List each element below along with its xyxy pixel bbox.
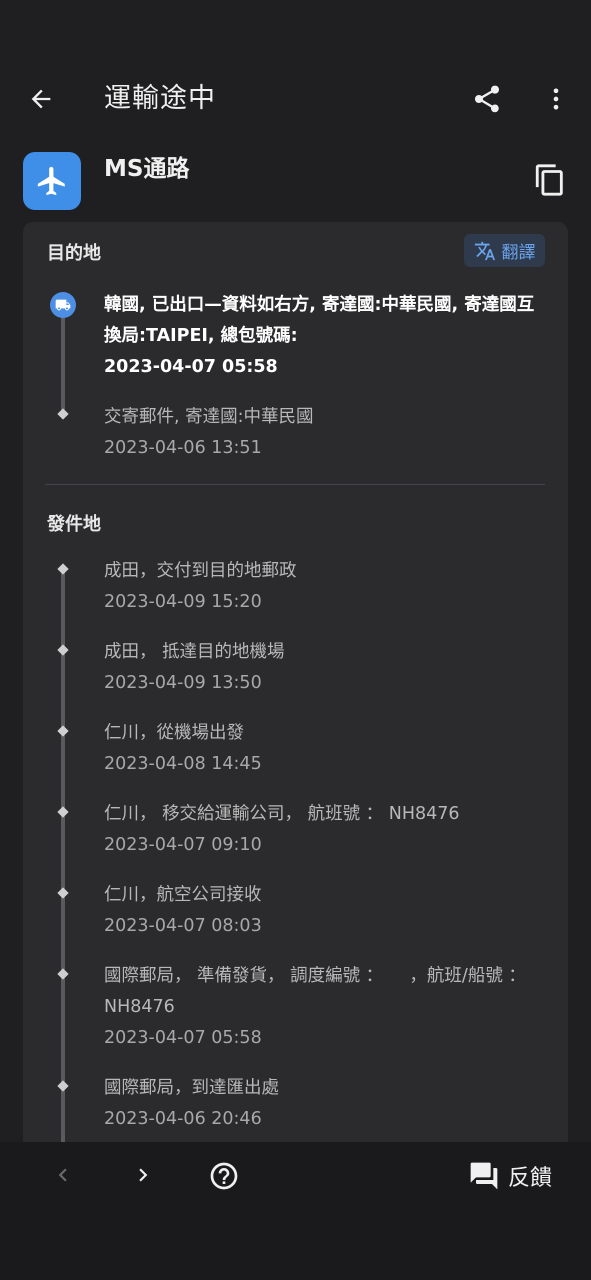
section-divider [45, 484, 545, 485]
share-button[interactable] [468, 80, 506, 118]
copy-icon [535, 164, 563, 196]
event-time: 2023-04-07 05:58 [104, 1028, 262, 1048]
event-time: 2023-04-09 13:50 [104, 673, 262, 693]
event-description: 韓國, 已出口—資料如右方, 寄達國:中華民國, 寄達國互換局:TAIPEI, … [104, 295, 535, 346]
event-time: 2023-04-08 14:45 [104, 754, 262, 774]
timeline-event: 仁川， 移交給運輸公司， 航班號 ： NH8476 2023-04-07 09:… [104, 799, 544, 861]
arrow-back-icon [31, 89, 51, 109]
more-vert-icon [553, 88, 559, 110]
event-description: 國際郵局， 準備發貨， 調度編號 ： ，航班/船號 ： NH8476 [104, 966, 526, 1017]
event-description: 交寄郵件, 寄達國:中華民國 [104, 407, 314, 427]
destination-timeline-line [61, 307, 65, 415]
event-time: 2023-04-07 05:58 [104, 357, 278, 377]
timeline-marker [57, 806, 69, 818]
destination-section-title: 目的地 [47, 243, 101, 264]
feedback-label: 反饋 [508, 1166, 553, 1191]
event-description: 成田， 抵達目的地機場 [104, 642, 285, 662]
truck-icon [55, 299, 71, 311]
timeline-marker [57, 408, 69, 420]
event-time: 2023-04-07 09:10 [104, 835, 262, 855]
app-bar: 運輸途中 MS通路 [0, 0, 591, 222]
event-description: 仁川，從機場出發 [104, 723, 244, 743]
carrier-name: MS通路 [104, 156, 190, 182]
event-description: 仁川， 移交給運輸公司， 航班號 ： NH8476 [104, 804, 460, 824]
timeline-marker [57, 644, 69, 656]
event-description: 仁川，航空公司接收 [104, 885, 262, 905]
event-description: 成田，交付到目的地郵政 [104, 561, 297, 581]
feedback-button[interactable]: 反饋 [468, 1158, 552, 1194]
timeline-marker [57, 968, 69, 980]
carrier-logo [23, 152, 81, 210]
event-time: 2023-04-06 13:51 [104, 438, 262, 458]
help-button[interactable] [206, 1158, 242, 1194]
current-status-dot [50, 292, 76, 318]
timeline-marker [57, 563, 69, 575]
translate-label: 翻譯 [501, 243, 536, 263]
event-time: 2023-04-06 20:46 [104, 1109, 262, 1129]
event-description: 國際郵局，到達匯出處 [104, 1078, 279, 1098]
timeline-event: 仁川，航空公司接收 2023-04-07 08:03 [104, 880, 544, 942]
timeline-event: 韓國, 已出口—資料如右方, 寄達國:中華民國, 寄達國互換局:TAIPEI, … [104, 290, 544, 383]
help-circle-icon [210, 1162, 238, 1190]
timeline-event: 成田，交付到目的地郵政 2023-04-09 15:20 [104, 556, 544, 618]
page-title: 運輸途中 [104, 83, 216, 114]
next-button[interactable] [126, 1158, 160, 1192]
timeline-event: 國際郵局，到達匯出處 2023-04-06 20:46 [104, 1073, 544, 1135]
chevron-left-icon [58, 1168, 67, 1182]
event-time: 2023-04-07 08:03 [104, 916, 262, 936]
back-button[interactable] [22, 80, 60, 118]
timeline-marker [57, 725, 69, 737]
copy-button[interactable] [530, 160, 570, 200]
airplane-icon [37, 166, 65, 196]
origin-section-title: 發件地 [47, 514, 101, 535]
chevron-right-icon [139, 1168, 148, 1182]
previous-button[interactable] [46, 1158, 80, 1192]
timeline-event: 成田， 抵達目的地機場 2023-04-09 13:50 [104, 637, 544, 699]
timeline-event: 仁川，從機場出發 2023-04-08 14:45 [104, 718, 544, 780]
timeline-marker [57, 1080, 69, 1092]
timeline-event: 國際郵局， 準備發貨， 調度編號 ： ，航班/船號 ： NH8476 2023-… [104, 961, 544, 1054]
event-time: 2023-04-09 15:20 [104, 592, 262, 612]
timeline-marker [57, 887, 69, 899]
bottom-toolbar: 反饋 [0, 1142, 591, 1280]
translate-icon [474, 241, 495, 260]
more-options-button[interactable] [538, 80, 574, 118]
translate-button[interactable]: 翻譯 [464, 234, 545, 267]
tracking-card: 目的地 翻譯 韓國, 已出口—資料如右方, 寄達國:中華民國, 寄達國互換局:T… [23, 222, 568, 1162]
feedback-icon [470, 1162, 498, 1190]
origin-timeline-line [61, 568, 65, 1162]
share-icon [475, 85, 499, 113]
timeline-event: 交寄郵件, 寄達國:中華民國 2023-04-06 13:51 [104, 402, 544, 464]
